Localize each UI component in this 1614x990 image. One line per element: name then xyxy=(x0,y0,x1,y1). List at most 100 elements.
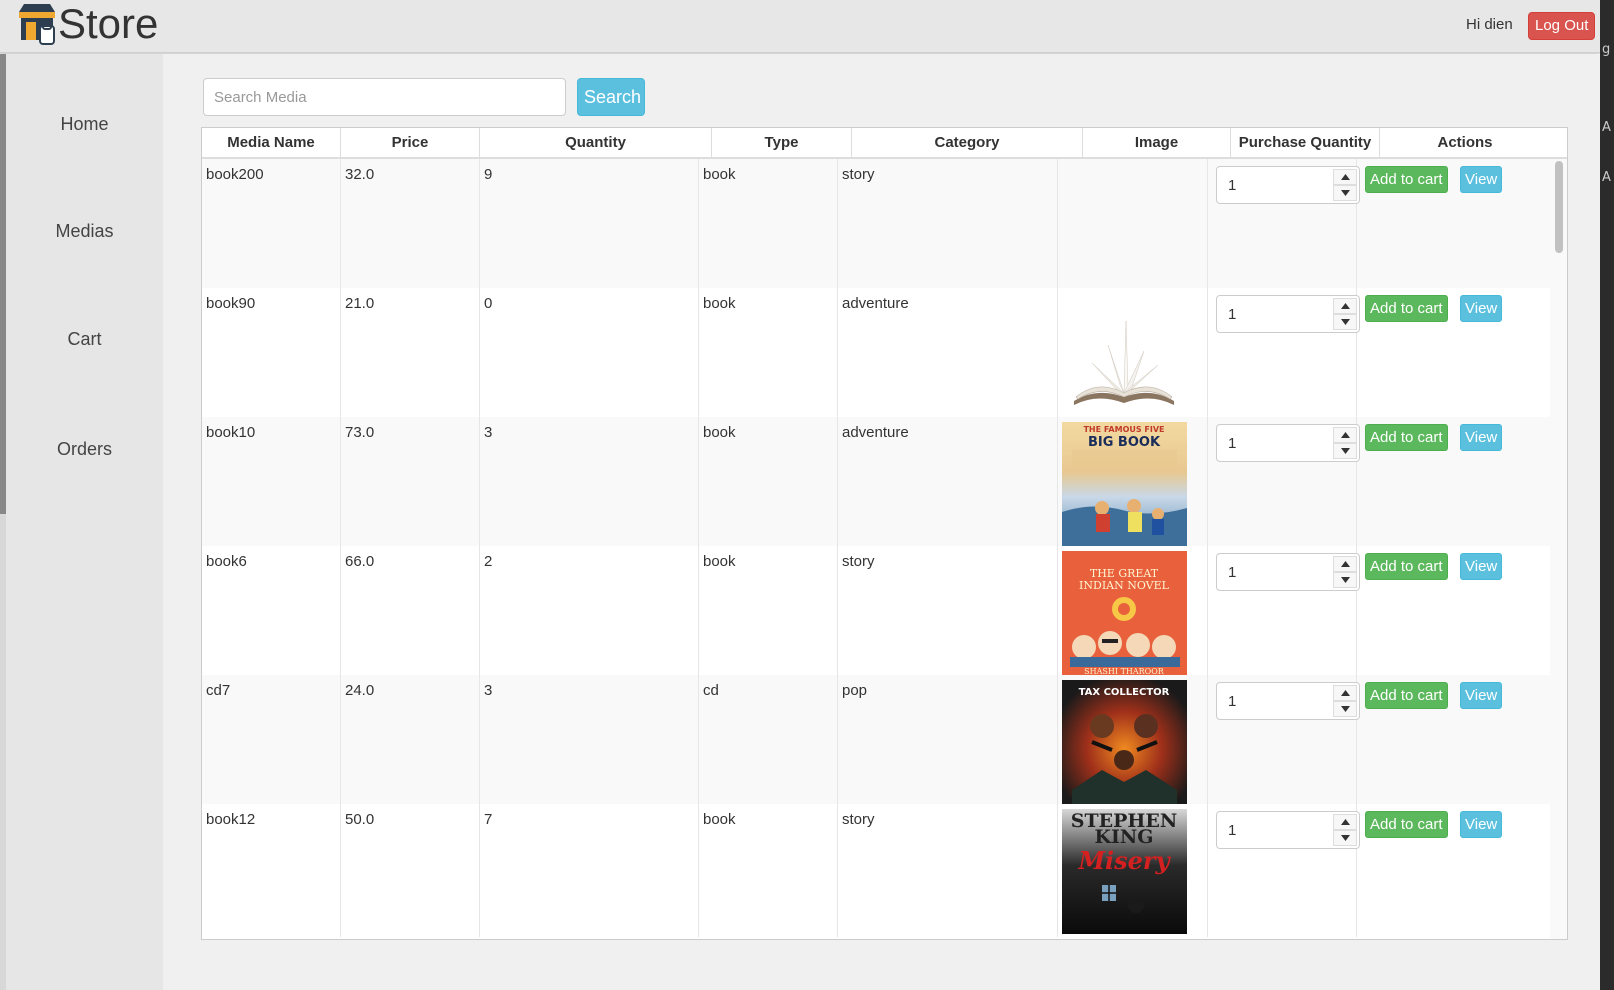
add-to-cart-button[interactable]: Add to cart xyxy=(1365,682,1448,709)
purchase-quantity-value: 1 xyxy=(1228,822,1237,839)
misery-cover-image: STEPHEN KING Misery xyxy=(1062,809,1187,934)
sidebar-item-orders[interactable]: Orders xyxy=(6,439,163,460)
view-button[interactable]: View xyxy=(1460,424,1503,451)
sidebar-item-cart[interactable]: Cart xyxy=(6,329,163,350)
cell-price: 66.0 xyxy=(341,546,480,679)
increment-arrow-icon[interactable] xyxy=(1333,298,1357,314)
cell-category: adventure xyxy=(838,417,1058,550)
media-table: Media Name Price Quantity Type Category … xyxy=(201,127,1568,940)
cell-price: 50.0 xyxy=(341,804,480,937)
cell-image xyxy=(1058,288,1208,421)
purchase-quantity-stepper[interactable]: 1 xyxy=(1216,424,1360,462)
column-header-media-name[interactable]: Media Name xyxy=(202,128,341,159)
sidebar-item-home[interactable]: Home xyxy=(6,114,163,135)
column-header-category[interactable]: Category xyxy=(852,128,1083,159)
add-to-cart-button[interactable]: Add to cart xyxy=(1365,553,1448,580)
purchase-quantity-value: 1 xyxy=(1228,306,1237,323)
cell-image: THE FAMOUS FIVE BIG BOOK xyxy=(1058,417,1208,550)
purchase-quantity-stepper[interactable]: 1 xyxy=(1216,811,1360,849)
column-header-price[interactable]: Price xyxy=(341,128,480,159)
decrement-arrow-icon[interactable] xyxy=(1333,701,1357,717)
purchase-quantity-value: 1 xyxy=(1228,564,1237,581)
famous-five-cover-image: THE FAMOUS FIVE BIG BOOK xyxy=(1062,422,1187,547)
decrement-arrow-icon[interactable] xyxy=(1333,443,1357,459)
cell-type: book xyxy=(699,417,838,550)
cell-media-name: book200 xyxy=(202,159,341,292)
decrement-arrow-icon[interactable] xyxy=(1333,185,1357,201)
view-button[interactable]: View xyxy=(1460,553,1503,580)
view-button[interactable]: View xyxy=(1460,682,1503,709)
cover-title-line1: THE FAMOUS FIVE xyxy=(1083,425,1164,434)
cell-type: book xyxy=(699,804,838,937)
column-header-image[interactable]: Image xyxy=(1083,128,1231,159)
column-header-actions: Actions xyxy=(1437,134,1493,151)
cell-quantity: 3 xyxy=(480,417,699,550)
cell-actions: Add to cart View xyxy=(1357,417,1552,550)
cell-quantity: 3 xyxy=(480,675,699,808)
cell-media-name: cd7 xyxy=(202,675,341,808)
cell-type: book xyxy=(699,546,838,679)
cell-media-name: book6 xyxy=(202,546,341,679)
table-row: book12 50.0 7 book story STEPHEN KING Mi… xyxy=(202,804,1552,939)
purchase-quantity-value: 1 xyxy=(1228,435,1237,452)
table-row: book90 21.0 0 book adventure 1 Add to ca… xyxy=(202,288,1552,421)
cell-actions: Add to cart View xyxy=(1357,804,1552,937)
cell-media-name: book90 xyxy=(202,288,341,421)
add-to-cart-button[interactable]: Add to cart xyxy=(1365,811,1448,838)
increment-arrow-icon[interactable] xyxy=(1333,814,1357,830)
cell-price: 21.0 xyxy=(341,288,480,421)
decrement-arrow-icon[interactable] xyxy=(1333,830,1357,846)
cell-purchase-quantity: 1 xyxy=(1208,417,1360,550)
increment-arrow-icon[interactable] xyxy=(1333,169,1357,185)
table-row: book10 73.0 3 book adventure THE FAMOUS … xyxy=(202,417,1552,550)
cell-type: book xyxy=(699,288,838,421)
purchase-quantity-stepper[interactable]: 1 xyxy=(1216,553,1360,591)
add-to-cart-button[interactable]: Add to cart xyxy=(1365,424,1448,451)
scrollbar-thumb[interactable] xyxy=(1555,161,1563,253)
cell-price: 24.0 xyxy=(341,675,480,808)
background-glyph: A xyxy=(1602,170,1611,185)
sidebar-item-medias[interactable]: Medias xyxy=(6,221,163,242)
cell-actions: Add to cart View xyxy=(1357,675,1552,808)
cell-price: 32.0 xyxy=(341,159,480,292)
add-to-cart-button[interactable]: Add to cart xyxy=(1365,166,1448,193)
store-icon xyxy=(16,2,58,46)
purchase-quantity-stepper[interactable]: 1 xyxy=(1216,166,1360,204)
search-input[interactable] xyxy=(203,78,566,116)
tax-collector-cover-image: TAX COLLECTOR xyxy=(1062,680,1187,805)
cell-quantity: 9 xyxy=(480,159,699,292)
main-content: Search Media Name Price Quantity Type Ca… xyxy=(163,54,1600,990)
decrement-arrow-icon[interactable] xyxy=(1333,572,1357,588)
increment-arrow-icon[interactable] xyxy=(1333,556,1357,572)
purchase-quantity-value: 1 xyxy=(1228,177,1237,194)
column-header-quantity[interactable]: Quantity xyxy=(480,128,712,159)
view-button[interactable]: View xyxy=(1460,811,1503,838)
logout-button[interactable]: Log Out xyxy=(1528,12,1596,40)
cover-title-line2: BIG BOOK xyxy=(1088,435,1161,450)
brand[interactable]: Store xyxy=(16,2,158,46)
table-row: cd7 24.0 3 cd pop TAX COLLECTOR 1 Add to… xyxy=(202,675,1552,808)
cell-actions: Add to cart View xyxy=(1357,159,1552,292)
cell-purchase-quantity: 1 xyxy=(1208,546,1360,679)
column-header-purchase-quantity[interactable]: Purchase Quantity xyxy=(1231,128,1380,159)
decrement-arrow-icon[interactable] xyxy=(1333,314,1357,330)
cell-type: cd xyxy=(699,675,838,808)
cover-title-line2: INDIAN NOVEL xyxy=(1079,579,1170,592)
add-to-cart-button[interactable]: Add to cart xyxy=(1365,295,1448,322)
increment-arrow-icon[interactable] xyxy=(1333,685,1357,701)
increment-arrow-icon[interactable] xyxy=(1333,427,1357,443)
cell-actions: Add to cart View xyxy=(1357,288,1552,421)
cover-title: TAX COLLECTOR xyxy=(1079,687,1170,698)
table-scrollbar[interactable] xyxy=(1550,159,1567,939)
cell-purchase-quantity: 1 xyxy=(1208,675,1360,808)
purchase-quantity-stepper[interactable]: 1 xyxy=(1216,682,1360,720)
view-button[interactable]: View xyxy=(1460,295,1503,322)
cell-category: story xyxy=(838,804,1058,937)
cover-title: Misery xyxy=(1077,846,1171,875)
search-button[interactable]: Search xyxy=(577,78,645,116)
purchase-quantity-stepper[interactable]: 1 xyxy=(1216,295,1360,333)
column-header-type[interactable]: Type xyxy=(712,128,852,159)
cell-image: STEPHEN KING Misery xyxy=(1058,804,1208,937)
cell-type: book xyxy=(699,159,838,292)
view-button[interactable]: View xyxy=(1460,166,1503,193)
